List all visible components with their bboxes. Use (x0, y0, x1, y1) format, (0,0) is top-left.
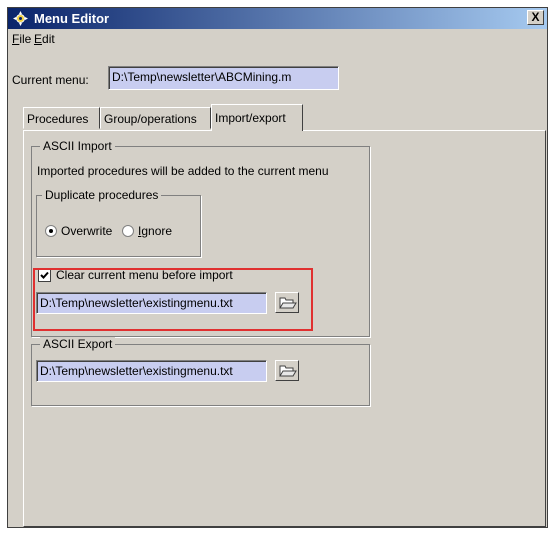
app-icon (13, 11, 28, 26)
tab-group-operations[interactable]: Group/operations (100, 107, 211, 129)
ignore-label[interactable]: Ignore (138, 224, 172, 238)
menu-edit-accel: E (34, 32, 43, 46)
current-menu-label: Current menu: (12, 73, 89, 87)
window-title: Menu Editor (34, 11, 110, 26)
export-browse-button[interactable] (275, 360, 299, 381)
ignore-rest: gnore (141, 224, 173, 238)
menu-file[interactable]: File (12, 32, 31, 46)
menu-edit-label: dit (42, 32, 55, 46)
menu-file-label: ile (19, 32, 32, 46)
ignore-radio[interactable] (122, 225, 134, 237)
overwrite-label[interactable]: Overwrite (61, 224, 112, 238)
ascii-import-title: ASCII Import (40, 139, 115, 153)
title-bar[interactable]: Menu Editor X (8, 8, 547, 29)
tab-import-export[interactable]: Import/export (211, 104, 303, 131)
menu-edit[interactable]: Edit (34, 32, 55, 46)
close-icon: X (531, 10, 540, 24)
radio-selected-dot (49, 229, 53, 233)
ascii-export-title: ASCII Export (40, 337, 116, 351)
export-file-field[interactable]: D:\Temp\newsletter\existingmenu.txt (36, 360, 267, 382)
current-menu-field[interactable]: D:\Temp\newsletter\ABCMining.m (108, 66, 339, 90)
tab-procedures[interactable]: Procedures (23, 107, 100, 129)
highlight-box (33, 268, 313, 331)
duplicate-procedures-title: Duplicate procedures (42, 188, 162, 202)
import-description: Imported procedures will be added to the… (37, 164, 329, 178)
menu-editor-window: Menu Editor X File Edit Current menu: D:… (7, 7, 548, 528)
close-button[interactable]: X (527, 10, 544, 25)
folder-open-icon (279, 365, 297, 377)
overwrite-radio[interactable] (45, 225, 57, 237)
